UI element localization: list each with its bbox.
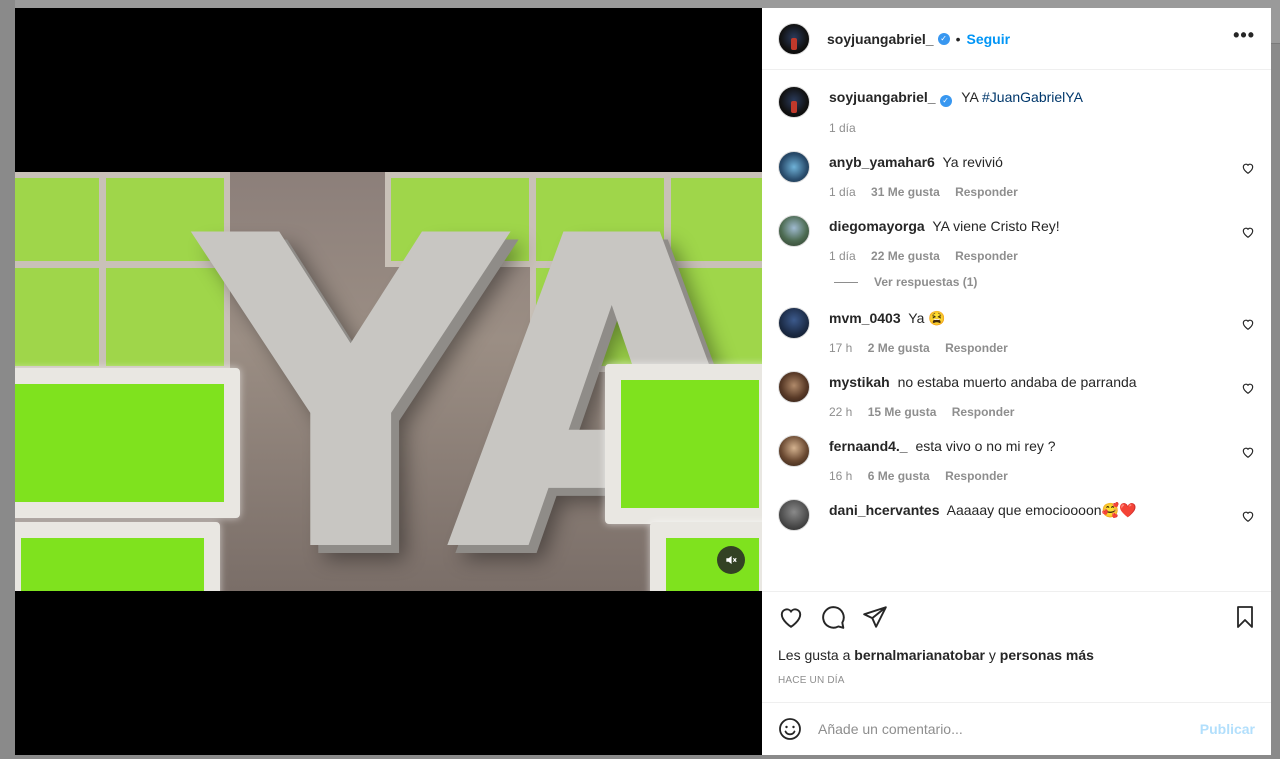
- post-header: soyjuangabriel_ ✓ • Seguir •••: [762, 8, 1271, 70]
- commenter-avatar[interactable]: [778, 499, 810, 531]
- post-actions: [762, 591, 1271, 641]
- commenter-avatar[interactable]: [778, 307, 810, 339]
- view-replies-label[interactable]: Ver respuestas (1): [874, 275, 977, 289]
- comment-likes[interactable]: 2 Me gusta: [868, 341, 930, 355]
- comment-text: no estaba muerto andaba de parranda: [897, 374, 1137, 390]
- caption-hashtag[interactable]: #JuanGabrielYA: [982, 89, 1083, 105]
- comment-item: diegomayorga YA viene Cristo Rey! 1 día …: [778, 215, 1255, 263]
- like-comment-heart-icon[interactable]: [1241, 161, 1255, 175]
- video-player[interactable]: YA: [15, 172, 762, 591]
- comment-age: 17 h: [829, 341, 853, 355]
- save-bookmark-icon[interactable]: [1233, 604, 1257, 630]
- commenter-username[interactable]: fernaand4._: [829, 438, 908, 454]
- verified-badge-icon: ✓: [939, 95, 952, 107]
- comment-bubble-icon[interactable]: [820, 604, 846, 630]
- comment-likes[interactable]: 22 Me gusta: [871, 249, 940, 263]
- comment-text: esta vivo o no mi rey ?: [915, 438, 1056, 454]
- commenter-username[interactable]: mvm_0403: [829, 310, 901, 326]
- likes-prefix: Les gusta a: [778, 647, 851, 663]
- view-replies-button[interactable]: Ver respuestas (1): [834, 275, 1255, 289]
- muted-speaker-icon: [726, 555, 737, 565]
- tv-screen: [15, 522, 220, 591]
- caption-text: YA: [961, 89, 979, 105]
- post-media[interactable]: YA: [15, 8, 762, 755]
- comment-likes[interactable]: 6 Me gusta: [868, 469, 930, 483]
- commenter-username[interactable]: diegomayorga: [829, 218, 925, 234]
- author-username[interactable]: soyjuangabriel_: [827, 31, 934, 47]
- bg-window: [15, 262, 105, 372]
- comments-list[interactable]: soyjuangabriel_ ✓ YA #JuanGabrielYA 1 día…: [762, 70, 1271, 591]
- post-timestamp[interactable]: HACE UN DÍA: [762, 663, 1271, 702]
- likes-others-link[interactable]: personas más: [1000, 647, 1094, 663]
- comment-item: fernaand4._ esta vivo o no mi rey ? 16 h…: [778, 435, 1255, 483]
- commenter-username[interactable]: dani_hcervantes: [829, 502, 940, 518]
- reply-button[interactable]: Responder: [955, 249, 1018, 263]
- like-comment-heart-icon[interactable]: [1241, 381, 1255, 395]
- commenter-avatar[interactable]: [778, 151, 810, 183]
- emoji-smiley-icon[interactable]: [778, 717, 802, 741]
- comment-item: anyb_yamahar6 Ya revivió 1 día 31 Me gus…: [778, 151, 1255, 199]
- post-sidebar: soyjuangabriel_ ✓ • Seguir ••• soyjuanga…: [762, 8, 1271, 755]
- comment-item: mvm_0403 Ya 😫 17 h 2 Me gusta Responder: [778, 307, 1255, 355]
- comment-item: dani_hcervantes Aaaaay que emocioooon🥰❤️: [778, 499, 1255, 531]
- likes-summary: Les gusta a bernalmarianatobar y persona…: [762, 641, 1271, 663]
- comment-composer: Publicar: [762, 702, 1271, 755]
- comment-age: 1 día: [829, 185, 856, 199]
- post-modal: YA soyjuangabriel_ ✓ • Seguir ••• soyjua…: [15, 8, 1271, 755]
- caption-age: 1 día: [829, 121, 856, 135]
- commenter-avatar[interactable]: [778, 215, 810, 247]
- comment-text: YA viene Cristo Rey!: [932, 218, 1060, 234]
- comment-text: Aaaaay que emocioooon🥰❤️: [946, 502, 1137, 518]
- tv-screen: [15, 368, 240, 518]
- comment-text: Ya 😫: [908, 310, 946, 326]
- comment-age: 16 h: [829, 469, 853, 483]
- reply-button[interactable]: Responder: [945, 341, 1008, 355]
- page-backdrop: [0, 0, 15, 759]
- comment-item: mystikah no estaba muerto andaba de parr…: [778, 371, 1255, 419]
- caption: soyjuangabriel_ ✓ YA #JuanGabrielYA 1 día: [778, 86, 1255, 135]
- mute-button[interactable]: [717, 546, 745, 574]
- comment-input[interactable]: [818, 721, 1200, 737]
- tv-screen: [605, 364, 762, 524]
- like-heart-icon[interactable]: [778, 604, 804, 630]
- caption-avatar[interactable]: [778, 86, 810, 118]
- verified-badge-icon: ✓: [937, 32, 950, 45]
- comment-text: Ya revivió: [942, 154, 1003, 170]
- commenter-avatar[interactable]: [778, 435, 810, 467]
- reply-button[interactable]: Responder: [955, 185, 1018, 199]
- replies-line: [834, 281, 858, 283]
- follow-button[interactable]: Seguir: [967, 31, 1011, 47]
- separator-dot: •: [955, 30, 961, 47]
- likes-first-user[interactable]: bernalmarianatobar: [854, 647, 985, 663]
- likes-join: y: [988, 647, 996, 663]
- bg-window: [15, 172, 105, 267]
- comment-age: 22 h: [829, 405, 853, 419]
- comment-likes[interactable]: 15 Me gusta: [868, 405, 937, 419]
- like-comment-heart-icon[interactable]: [1241, 225, 1255, 239]
- publish-button[interactable]: Publicar: [1200, 721, 1255, 737]
- commenter-username[interactable]: mystikah: [829, 374, 890, 390]
- like-comment-heart-icon[interactable]: [1241, 317, 1255, 331]
- reply-button[interactable]: Responder: [945, 469, 1008, 483]
- comment-likes[interactable]: 31 Me gusta: [871, 185, 940, 199]
- share-paper-plane-icon[interactable]: [862, 604, 888, 630]
- like-comment-heart-icon[interactable]: [1241, 445, 1255, 459]
- caption-username[interactable]: soyjuangabriel_: [829, 89, 936, 105]
- more-options-button[interactable]: •••: [1233, 26, 1255, 52]
- commenter-username[interactable]: anyb_yamahar6: [829, 154, 935, 170]
- commenter-avatar[interactable]: [778, 371, 810, 403]
- comment-age: 1 día: [829, 249, 856, 263]
- author-avatar[interactable]: [778, 22, 810, 55]
- reply-button[interactable]: Responder: [952, 405, 1015, 419]
- like-comment-heart-icon[interactable]: [1241, 509, 1255, 523]
- tv-screen: [650, 522, 762, 591]
